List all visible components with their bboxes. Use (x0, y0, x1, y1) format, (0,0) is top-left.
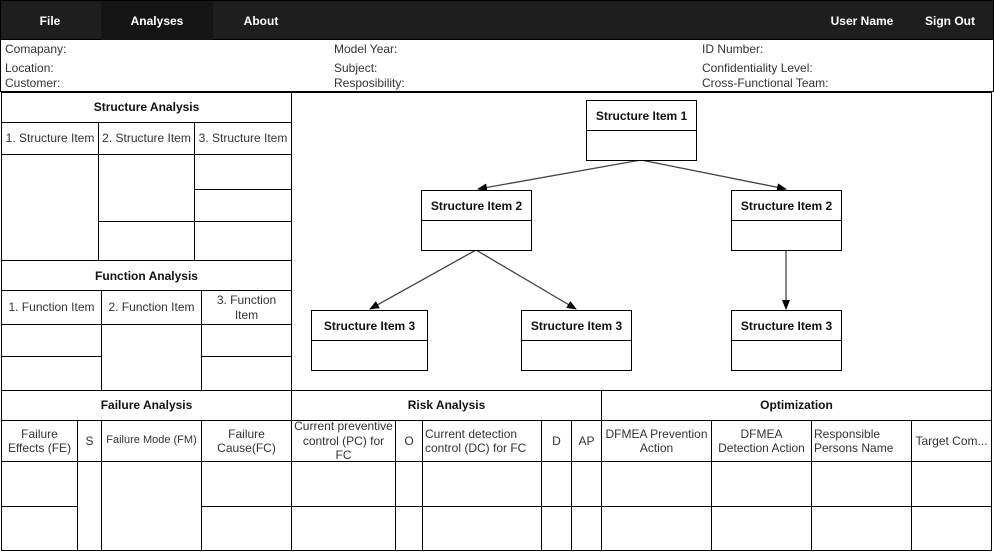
structure-col3-cell[interactable] (194, 189, 292, 222)
preventive-control-cell[interactable] (291, 461, 396, 507)
top-nav-bar: File Analyses About User Name Sign Out (0, 0, 994, 41)
failure-cause-cell[interactable] (201, 461, 292, 507)
failure-effects-cell[interactable] (1, 461, 78, 507)
detection-control-header: Current detection control (DC) for FC (422, 420, 542, 462)
preventive-control-header: Current preventive control (PC) for FC (291, 420, 396, 462)
prevention-action-cell[interactable] (601, 506, 712, 551)
structure-item-1-header: 1. Structure Item (1, 122, 99, 155)
responsible-persons-cell[interactable] (811, 461, 912, 507)
id-number-label: ID Number: (702, 42, 764, 56)
function-item-3-header: 3. Function Item (201, 290, 292, 325)
nav-about[interactable]: About (227, 1, 295, 41)
confidentiality-label: Confidentiality Level: (702, 61, 813, 75)
action-priority-cell[interactable] (571, 506, 602, 551)
target-completion-header: Target Com... (911, 420, 992, 462)
detection-header: D (541, 420, 572, 462)
failure-analysis-title: Failure Analysis (1, 390, 292, 421)
location-label: Location: (5, 61, 54, 75)
team-label: Cross-Functional Team: (702, 76, 829, 90)
function-item-2-header: 2. Function Item (101, 290, 202, 325)
severity-header: S (77, 420, 102, 462)
structure-col1-cell[interactable] (1, 154, 99, 261)
structure-item-3-header: 3. Structure Item (194, 122, 292, 155)
action-priority-header: AP (571, 420, 602, 462)
customer-label: Customer: (5, 76, 61, 90)
structure-analysis-title: Structure Analysis (93, 100, 200, 114)
tree-node-root[interactable]: Structure Item 1 (586, 100, 697, 161)
failure-effects-header: Failure Effects (FE) (1, 420, 78, 462)
action-priority-cell[interactable] (571, 461, 602, 507)
nav-file[interactable]: File (19, 1, 81, 41)
company-label: Comapany: (5, 42, 67, 56)
tree-node-level3-c[interactable]: Structure Item 3 (731, 310, 842, 371)
function-analysis-title: Function Analysis (1, 260, 292, 291)
tree-node-level3-a[interactable]: Structure Item 3 (311, 310, 428, 371)
tree-node-level3-a-label: Structure Item 3 (312, 311, 427, 341)
target-completion-cell[interactable] (911, 506, 992, 551)
detection-action-cell[interactable] (711, 506, 812, 551)
failure-cause-cell[interactable] (201, 506, 292, 551)
subject-label: Subject: (334, 61, 378, 75)
detection-action-header: DFMEA Detection Action (711, 420, 812, 462)
function-col1-cell[interactable] (1, 324, 102, 357)
function-col1-cell[interactable] (1, 356, 102, 391)
target-completion-cell[interactable] (911, 461, 992, 507)
failure-effects-cell[interactable] (1, 506, 78, 551)
structure-col2-cell[interactable] (98, 154, 195, 222)
function-col3-cell[interactable] (201, 356, 292, 391)
model-year-label: Model Year: (334, 42, 398, 56)
tree-node-level2-right-label: Structure Item 2 (732, 191, 841, 221)
function-col2-cell[interactable] (101, 324, 202, 391)
failure-mode-cell[interactable] (101, 461, 202, 551)
function-item-1-header: 1. Function Item (1, 290, 102, 325)
detection-cell[interactable] (541, 506, 572, 551)
structure-item-2-header: 2. Structure Item (98, 122, 195, 155)
tree-node-level2-right[interactable]: Structure Item 2 (731, 190, 842, 251)
tree-node-level2-left[interactable]: Structure Item 2 (421, 190, 532, 251)
nav-user-name[interactable]: User Name (819, 1, 905, 41)
structure-col2-cell[interactable] (98, 221, 195, 261)
occurrence-cell[interactable] (395, 506, 423, 551)
prevention-action-cell[interactable] (601, 461, 712, 507)
tree-node-level3-b[interactable]: Structure Item 3 (521, 310, 632, 371)
target-completion-label: Target Com... (915, 433, 988, 448)
responsible-persons-header: Responsible Persons Name (811, 420, 912, 462)
function-col3-cell[interactable] (201, 324, 292, 357)
structure-col3-cell[interactable] (194, 221, 292, 261)
severity-cell[interactable] (77, 461, 102, 551)
tree-node-level3-c-label: Structure Item 3 (732, 311, 841, 341)
failure-cause-header: Failure Cause(FC) (201, 420, 292, 462)
failure-mode-header: Failure Mode (FM) (101, 420, 202, 462)
optimization-title: Optimization (601, 390, 992, 421)
structure-col3-cell[interactable] (194, 154, 292, 190)
tree-node-level3-b-label: Structure Item 3 (522, 311, 631, 341)
detection-control-cell[interactable] (422, 461, 542, 507)
detection-action-cell[interactable] (711, 461, 812, 507)
tree-node-level2-left-label: Structure Item 2 (422, 191, 531, 221)
nav-analyses[interactable]: Analyses (101, 1, 213, 41)
tree-node-root-label: Structure Item 1 (587, 101, 696, 131)
responsibility-label: Resposibility: (334, 76, 405, 90)
prevention-action-header: DFMEA Prevention Action (601, 420, 712, 462)
document-info-panel: Comapany: Location: Customer: Model Year… (0, 40, 994, 92)
responsible-persons-cell[interactable] (811, 506, 912, 551)
detection-control-cell[interactable] (422, 506, 542, 551)
risk-analysis-title: Risk Analysis (291, 390, 602, 421)
detection-cell[interactable] (541, 461, 572, 507)
preventive-control-cell[interactable] (291, 506, 396, 551)
occurrence-header: O (395, 420, 423, 462)
nav-sign-out[interactable]: Sign Out (915, 1, 985, 41)
occurrence-cell[interactable] (395, 461, 423, 507)
